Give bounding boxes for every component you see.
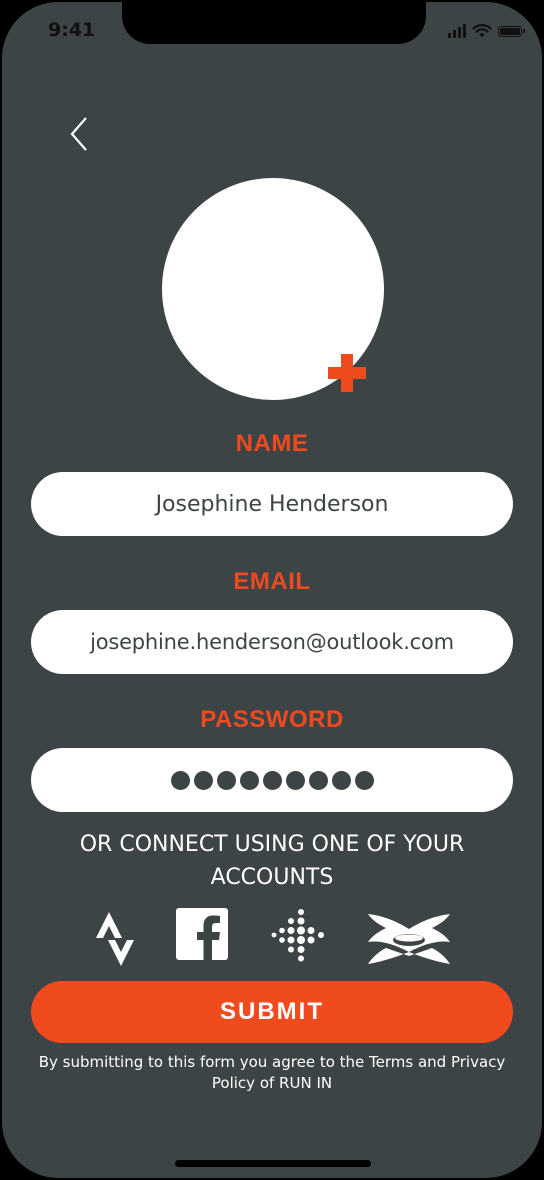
submit-button[interactable]: SUBMIT (31, 981, 513, 1043)
facebook-icon (176, 908, 228, 960)
email-label: EMAIL (233, 568, 311, 595)
password-dot (331, 770, 351, 790)
under-armour-icon (368, 914, 450, 964)
password-dot (285, 770, 305, 790)
fitbit-icon (271, 909, 324, 962)
password-dot (216, 770, 236, 790)
email-field[interactable]: josephine.henderson@outlook.com (31, 610, 513, 674)
home-indicator (175, 1160, 371, 1167)
password-field[interactable] (31, 748, 513, 812)
connect-text: OR CONNECT USING ONE OF YOUR ACCOUNTS (79, 832, 465, 890)
password-dot (170, 770, 190, 790)
plus-icon (328, 354, 366, 392)
add-photo-button[interactable] (328, 354, 366, 392)
strava-button[interactable] (92, 910, 136, 970)
password-label: PASSWORD (200, 706, 344, 733)
fitbit-button[interactable] (270, 908, 326, 966)
name-value: Josephine Henderson (155, 491, 389, 517)
facebook-button[interactable] (176, 908, 228, 964)
password-dot (239, 770, 259, 790)
password-dot (354, 770, 374, 790)
wifi-icon (472, 24, 492, 38)
password-dot (193, 770, 213, 790)
chevron-left-icon (70, 117, 87, 151)
email-value: josephine.henderson@outlook.com (90, 630, 454, 654)
name-field[interactable]: Josephine Henderson (31, 472, 513, 536)
under-armour-button[interactable] (366, 912, 452, 970)
battery-icon (498, 26, 525, 37)
strava-icon (96, 912, 134, 966)
status-icons (448, 24, 525, 38)
notch (122, 2, 426, 44)
password-dot (262, 770, 282, 790)
password-dots (170, 770, 374, 790)
status-time: 9:41 (48, 19, 96, 41)
password-dot (308, 770, 328, 790)
signal-icon (448, 24, 466, 38)
disclaimer-text: By submitting to this form you agree to … (38, 1053, 506, 1092)
back-button[interactable] (62, 112, 102, 156)
screen: 9:41 NAME Josephine Henderson EMAIL jose… (2, 2, 542, 1178)
phone-frame: 9:41 NAME Josephine Henderson EMAIL jose… (0, 0, 544, 1180)
name-label: NAME (235, 430, 309, 457)
